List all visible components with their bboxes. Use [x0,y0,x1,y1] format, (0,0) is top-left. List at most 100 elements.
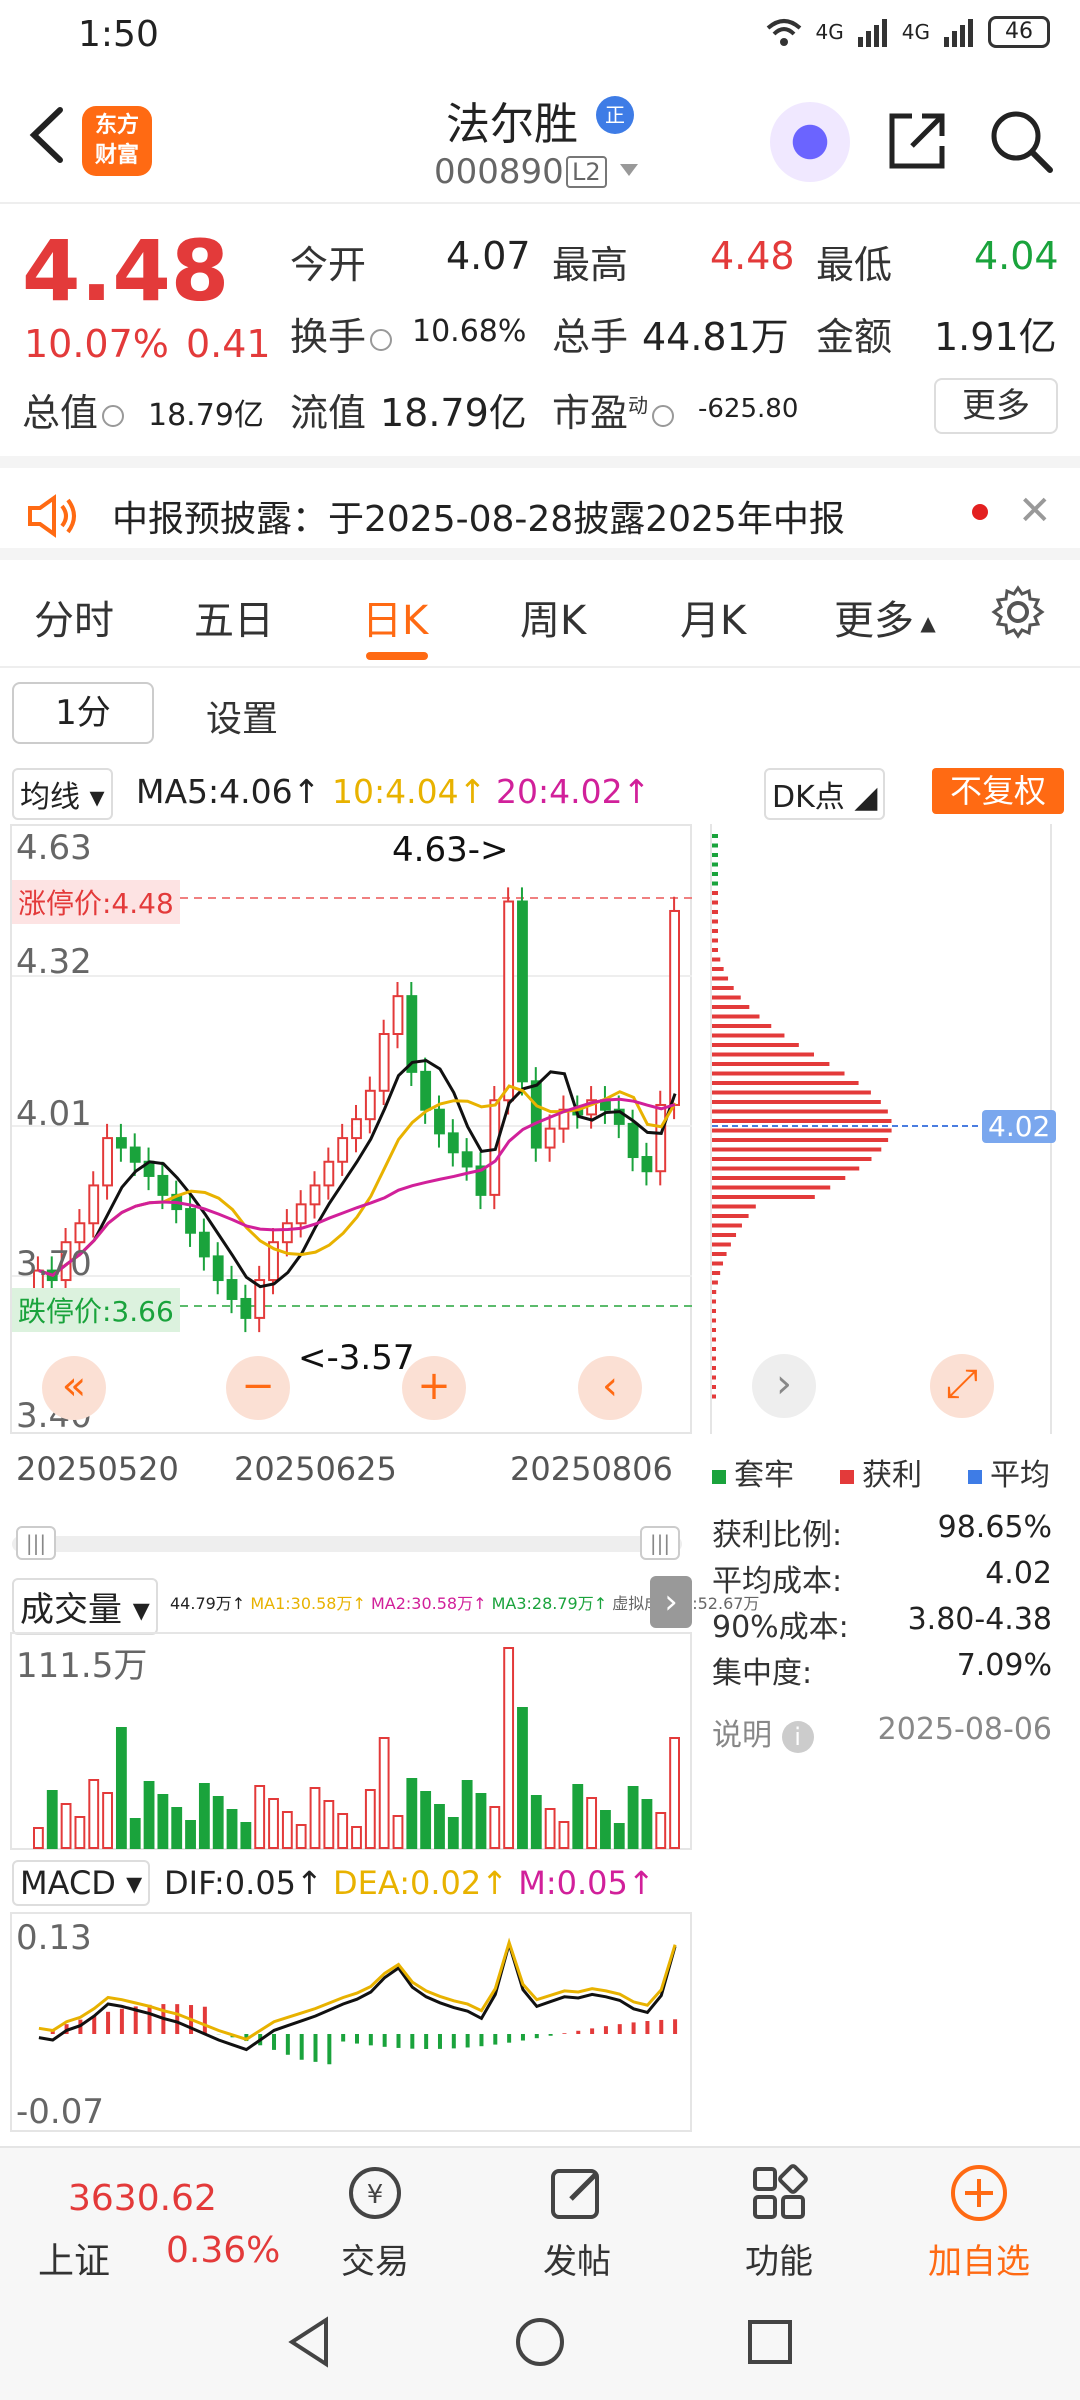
status-icons: 4G 4G 46 [764,16,1050,48]
share-icon[interactable] [882,106,952,176]
tab-weekly-k[interactable]: 周K [520,588,586,646]
chevron-right-icon[interactable]: › [650,1576,692,1628]
ai-assistant-avatar[interactable] [770,102,850,182]
legend-average-label: 平均 [990,1458,1050,1493]
ma-type-select[interactable]: 均线 ▾ [12,768,113,820]
nav-back-icon[interactable] [282,2314,338,2370]
volume-chart[interactable]: 111.5万 [10,1632,692,1850]
high-label: 最高 [552,243,629,287]
tab-daily-k[interactable]: 日K [362,588,428,646]
status-bar: 1:50 4G 4G 46 [0,0,1080,72]
candle [406,995,418,1073]
level-badge[interactable]: L2 [566,156,607,188]
tab-monthly-k[interactable]: 月K [680,588,746,646]
chip-bar [712,1318,716,1323]
header: 东方 财富 法尔胜 正 000890 L2 [0,72,1080,204]
macd-chart[interactable]: 0.13 -0.07 [10,1912,692,2132]
kline-chart[interactable]: 4.63 4.32 4.01 3.70 3.40 涨停价:4.48 跌停价:3.… [10,824,692,1436]
quote-panel: 4.48 10.07% 0.41 今开 4.07 最高 4.48 最低 4.04… [0,206,1080,454]
volume-bar [641,1799,653,1849]
volume-bar [461,1780,473,1849]
range-scrollbar[interactable] [12,1536,682,1552]
settings-link[interactable]: 设置 [206,690,278,742]
volume-select[interactable]: 成交量 ▾ [12,1578,158,1635]
volume-bar [295,1824,307,1849]
macd-title: MACD [20,1864,116,1902]
chip-bar [712,957,721,962]
zoom-out-icon[interactable]: − [226,1356,290,1420]
volume-bar [489,1806,501,1849]
chevron-right-icon[interactable]: › [752,1354,816,1418]
legend-profit: 获利 [840,1450,922,1494]
notice-bar[interactable]: 中报预披露：于2025-08-28披露2025年中报 ✕ [0,456,1080,560]
chip-bar [712,1005,750,1009]
gear-icon[interactable] [988,582,1048,642]
info-icon[interactable]: i [781,1721,814,1753]
post-button[interactable]: 发帖 [512,2158,642,2283]
stock-name: 法尔胜 [446,99,578,150]
chip-bar [712,1242,731,1247]
chip-bar [712,1128,892,1133]
price-axis-3: 4.01 [16,1094,92,1134]
nav-home-icon[interactable] [512,2314,568,2370]
note-label[interactable]: 说明 i [712,1710,814,1754]
scroll-left-icon[interactable]: ‹ [578,1356,642,1420]
chip-bar [712,995,741,1000]
concentration-value: 7.09% [956,1648,1052,1683]
macd-m: M:0.05↑ [518,1864,655,1902]
profit-ratio-value: 98.65% [937,1510,1052,1545]
tab-more[interactable]: 更多 ▲ [834,588,936,646]
candle [530,1080,542,1149]
expand-icon[interactable]: ⤢ [930,1354,994,1418]
function-button[interactable]: 功能 [714,2158,844,2283]
trade-button[interactable]: ¥ 交易 [310,2158,440,2283]
back-icon[interactable] [22,100,72,170]
fuquan-button[interactable]: 不复权 [932,768,1064,814]
volume-bar [434,1804,445,1849]
chip-bar [712,843,718,848]
volume-bar [420,1791,432,1849]
candle [517,900,528,1083]
index-percent[interactable]: 0.36% [166,2230,280,2271]
dk-point-select[interactable]: DK点 ◢ [764,768,886,820]
zoom-in-icon[interactable]: + [402,1356,466,1420]
volume-bar [198,1783,210,1849]
chip-bar [712,1138,889,1142]
info-icon[interactable] [652,404,675,427]
minute-button[interactable]: 1分 [12,682,154,744]
nav-recents-icon[interactable] [742,2314,798,2370]
add-watchlist-button[interactable]: 加自选 [914,2158,1044,2283]
more-button[interactable]: 更多 [934,378,1058,434]
chip-bar [712,1252,727,1256]
chip-bar [712,1014,760,1019]
candle [129,1146,141,1163]
range-handle-left[interactable]: ||| [16,1526,56,1560]
chip-distribution[interactable]: 4.02 › ⤢ [710,824,1057,1434]
post-label: 发帖 [543,2242,611,2282]
volume-bar [600,1810,611,1849]
info-icon[interactable] [370,328,393,351]
candle [378,1033,390,1092]
info-icon[interactable] [102,404,125,427]
network-label-1: 4G [815,20,844,44]
macd-select[interactable]: MACD ▾ [12,1860,151,1906]
candle [503,900,515,1102]
macd-axis-top: 0.13 [16,1918,92,1958]
index-value[interactable]: 3630.62 [68,2178,217,2219]
unread-dot [972,504,988,520]
candle [337,1137,349,1163]
close-icon[interactable]: ✕ [1018,488,1052,534]
index-name[interactable]: 上证 [38,2232,110,2284]
search-icon[interactable] [986,106,1056,176]
volume-bar [254,1785,266,1849]
ma5-line [38,1058,677,1289]
candle [669,909,681,1106]
pe-value: -625.80 [698,394,799,424]
scroll-left-fast-icon[interactable]: « [42,1356,106,1420]
candle [226,1279,238,1300]
tab-intraday[interactable]: 分时 [34,588,114,646]
range-handle-right[interactable]: ||| [640,1526,680,1560]
tab-five-day[interactable]: 五日 [194,588,274,646]
chevron-down-icon[interactable] [620,164,638,176]
volume-bar [655,1812,667,1849]
